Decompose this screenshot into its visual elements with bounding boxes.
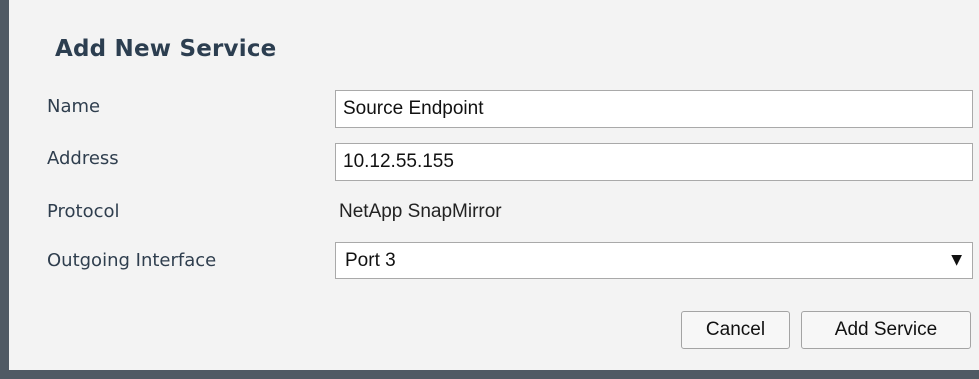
outgoing-interface-select[interactable]: Port 3 ▼ [335, 242, 973, 279]
chevron-down-icon[interactable]: ▼ [951, 252, 962, 268]
address-field[interactable] [335, 143, 973, 181]
name-field[interactable] [335, 90, 973, 128]
outgoing-interface-label: Outgoing Interface [47, 250, 217, 271]
address-label: Address [47, 148, 119, 169]
add-service-button[interactable]: Add Service [801, 311, 971, 349]
protocol-value: NetApp SnapMirror [339, 201, 502, 222]
cancel-button[interactable]: Cancel [681, 311, 790, 349]
protocol-label: Protocol [47, 201, 120, 222]
outgoing-interface-value: Port 3 [345, 250, 396, 271]
name-label: Name [47, 96, 101, 117]
dialog-title: Add New Service [55, 36, 277, 62]
add-service-dialog: Add New Service Name Address Protocol Ne… [0, 0, 979, 379]
